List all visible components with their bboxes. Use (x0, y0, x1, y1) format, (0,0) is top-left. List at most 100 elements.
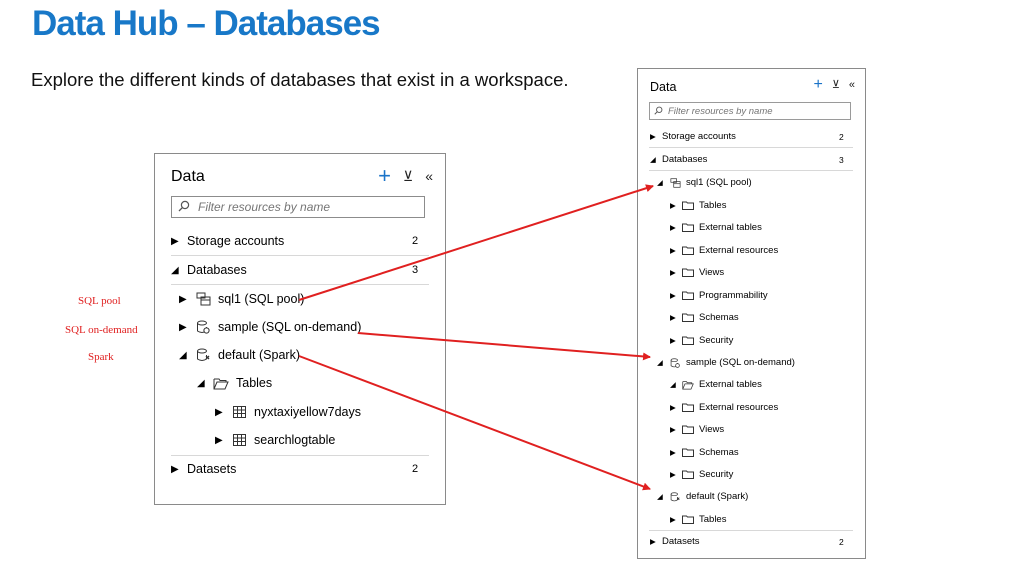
folder-icon (682, 470, 694, 479)
folder-icon (682, 313, 694, 322)
tree-item-label: Datasets (662, 536, 700, 547)
expand-triangle-icon[interactable]: ▶ (670, 448, 677, 457)
collapse-triangle-icon[interactable]: ◢ (171, 265, 180, 276)
tree-item-sample[interactable]: ◢ sample (SQL on-demand) (657, 357, 795, 368)
expand-triangle-icon[interactable]: ▶ (670, 268, 677, 277)
tree-item-databases[interactable]: ◢ Databases (650, 154, 707, 165)
tree-item-folder[interactable]: ▶ External resources (670, 402, 778, 413)
tree-item-sql1[interactable]: ◢ sql1 (SQL pool) (657, 177, 752, 188)
collapse-all-icon[interactable]: ⊻ (403, 169, 413, 183)
panel-actions: + ⊻ « (813, 77, 855, 93)
tree-item-storage-accounts[interactable]: ▶ Storage accounts (650, 131, 736, 142)
folder-icon (682, 403, 694, 412)
collapse-panel-icon[interactable]: « (849, 79, 855, 91)
tree-item-databases[interactable]: ◢ Databases (171, 263, 247, 277)
label-sql-pool: SQL pool (78, 295, 121, 307)
filter-input[interactable] (198, 200, 408, 214)
tree-item-folder[interactable]: ▶ Views (670, 424, 724, 435)
table-icon (231, 406, 247, 418)
divider (171, 455, 429, 456)
expand-triangle-icon[interactable]: ▶ (670, 425, 677, 434)
tree-item-label: Programmability (699, 290, 768, 301)
tree-item-datasets[interactable]: ▶ Datasets (171, 462, 236, 476)
add-icon[interactable]: + (813, 77, 822, 93)
tree-item-folder[interactable]: ▶ Programmability (670, 290, 768, 301)
tree-item-label: Views (699, 267, 725, 278)
tree-item-folder[interactable]: ▶ Schemas (670, 447, 739, 458)
tree-item-label: External tables (699, 379, 762, 390)
label-sql-on-demand: SQL on-demand (65, 324, 138, 336)
collapse-triangle-icon[interactable]: ◢ (657, 358, 664, 367)
filter-search-box[interactable] (649, 102, 851, 120)
tree-item-datasets[interactable]: ▶ Datasets (650, 536, 700, 547)
expand-triangle-icon[interactable]: ▶ (179, 294, 188, 305)
tree-item-label: Security (699, 335, 734, 346)
tree-item-folder[interactable]: ▶ Views (670, 267, 724, 278)
tree-item-sql1[interactable]: ▶ sql1 (SQL pool) (179, 292, 304, 306)
filter-search-box[interactable] (171, 196, 425, 218)
folder-icon (682, 246, 694, 255)
tree-item-table-nyxtaxi[interactable]: ▶ nyxtaxiyellow7days (215, 405, 361, 419)
expand-triangle-icon[interactable]: ▶ (179, 322, 188, 333)
tree-item-folder[interactable]: ◢ External tables (670, 379, 762, 390)
collapse-triangle-icon[interactable]: ◢ (670, 380, 677, 389)
tree-item-folder[interactable]: ▶ Tables (670, 514, 726, 525)
tree-item-folder[interactable]: ▶ External tables (670, 222, 762, 233)
tree-item-folder[interactable]: ▶ Security (670, 469, 733, 480)
divider (171, 255, 429, 256)
tree-item-label: External resources (699, 245, 779, 256)
tree-item-label: External tables (699, 222, 762, 233)
slide-subtitle: Explore the different kinds of databases… (31, 69, 569, 90)
expand-triangle-icon[interactable]: ▶ (215, 407, 224, 418)
expand-triangle-icon[interactable]: ▶ (171, 236, 180, 247)
folder-icon (682, 201, 694, 210)
open-folder-icon (213, 377, 229, 390)
expand-triangle-icon[interactable]: ▶ (670, 201, 677, 210)
expand-triangle-icon[interactable]: ▶ (670, 470, 677, 479)
expand-triangle-icon[interactable]: ▶ (670, 223, 677, 232)
tree-item-sample[interactable]: ▶ sample (SQL on-demand) (179, 320, 361, 334)
tree-item-label: Tables (236, 376, 273, 390)
tree-item-folder[interactable]: ▶ Security (670, 335, 733, 346)
collapse-all-icon[interactable]: ⊻ (832, 79, 840, 91)
collapse-triangle-icon[interactable]: ◢ (197, 378, 206, 389)
search-icon (178, 200, 190, 215)
label-spark: Spark (88, 351, 114, 363)
collapse-triangle-icon[interactable]: ◢ (179, 350, 188, 361)
tree-item-table-searchlog[interactable]: ▶ searchlogtable (215, 433, 335, 447)
expand-triangle-icon[interactable]: ▶ (215, 435, 224, 446)
expand-triangle-icon[interactable]: ▶ (650, 132, 657, 141)
item-count: 2 (839, 132, 844, 142)
expand-triangle-icon[interactable]: ▶ (670, 291, 677, 300)
expand-triangle-icon[interactable]: ▶ (670, 515, 677, 524)
tree-item-label: Views (699, 424, 725, 435)
tree-item-folder[interactable]: ▶ Tables (670, 200, 726, 211)
tree-item-folder[interactable]: ▶ Schemas (670, 312, 739, 323)
tree-item-tables[interactable]: ◢ Tables (197, 376, 272, 390)
tree-item-storage-accounts[interactable]: ▶ Storage accounts (171, 234, 284, 248)
expand-triangle-icon[interactable]: ▶ (171, 464, 180, 475)
add-icon[interactable]: + (378, 165, 391, 187)
expand-triangle-icon[interactable]: ▶ (670, 336, 677, 345)
expand-triangle-icon[interactable]: ▶ (650, 537, 657, 546)
item-count: 2 (412, 235, 419, 247)
folder-icon (682, 291, 694, 300)
tree-item-default[interactable]: ◢ default (Spark) (179, 348, 300, 362)
slide-title: Data Hub – Databases (32, 4, 381, 43)
tree-item-folder[interactable]: ▶ External resources (670, 245, 778, 256)
expand-triangle-icon[interactable]: ▶ (670, 403, 677, 412)
collapse-triangle-icon[interactable]: ◢ (650, 155, 657, 164)
tree-item-label: sample (SQL on-demand) (218, 320, 362, 334)
expand-triangle-icon[interactable]: ▶ (670, 313, 677, 322)
tree-item-default[interactable]: ◢ default (Spark) (657, 491, 748, 502)
collapse-panel-icon[interactable]: « (425, 169, 433, 183)
item-count: 2 (839, 537, 844, 547)
tree-item-label: Tables (699, 200, 727, 211)
filter-input[interactable] (668, 105, 848, 117)
expand-triangle-icon[interactable]: ▶ (670, 246, 677, 255)
sql-pool-icon (669, 177, 681, 188)
collapse-triangle-icon[interactable]: ◢ (657, 492, 664, 501)
collapse-triangle-icon[interactable]: ◢ (657, 178, 664, 187)
tree-item-label: External resources (699, 402, 779, 413)
open-folder-icon (682, 380, 694, 390)
